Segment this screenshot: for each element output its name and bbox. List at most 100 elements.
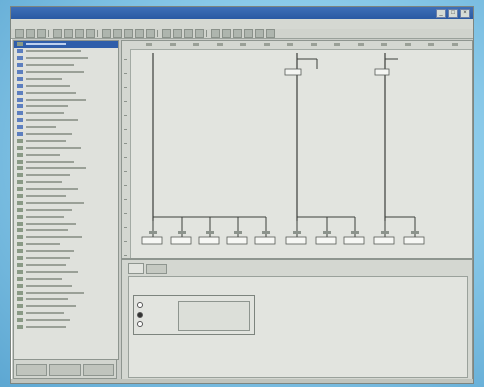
window-controls: _ □ × [436, 9, 470, 18]
tree-item[interactable] [14, 227, 118, 234]
toolbar-button[interactable] [266, 29, 275, 38]
tree-item[interactable] [14, 220, 118, 227]
toolbar-button[interactable] [184, 29, 193, 38]
feeder-component[interactable] [254, 236, 276, 245]
toolbar-button[interactable] [135, 29, 144, 38]
feeder-component[interactable] [285, 236, 307, 245]
properties-tab-1[interactable] [128, 263, 145, 274]
maximize-button[interactable]: □ [448, 9, 458, 18]
feeder-component[interactable] [198, 236, 220, 245]
tree-item[interactable] [14, 248, 118, 255]
tree-item[interactable] [14, 268, 118, 275]
tree-item[interactable] [14, 41, 118, 48]
toolbar-button[interactable] [173, 29, 182, 38]
feeder-component[interactable] [141, 236, 163, 245]
toolbar-button[interactable] [211, 29, 220, 38]
tree-item[interactable] [14, 213, 118, 220]
feeder-component[interactable] [315, 236, 337, 245]
sidebar-tab-2[interactable] [49, 364, 81, 376]
component-icon [17, 49, 23, 54]
feeder-component[interactable] [170, 236, 192, 245]
tree-item[interactable] [14, 186, 118, 193]
component-icon [17, 235, 23, 240]
tree-item[interactable] [14, 151, 118, 158]
tree-item[interactable] [14, 303, 118, 310]
tree-item-label [26, 77, 62, 80]
component-icon [17, 324, 23, 329]
breaker-icon [149, 231, 157, 234]
tree-item[interactable] [14, 317, 118, 324]
tree-item[interactable] [14, 96, 118, 103]
sidebar-tab-3[interactable] [82, 364, 114, 376]
option-radio-1[interactable] [137, 302, 143, 308]
tree-item[interactable] [14, 69, 118, 76]
tree-item[interactable] [14, 103, 118, 110]
component-icon [17, 256, 23, 261]
tree-item[interactable] [14, 199, 118, 206]
tree-item[interactable] [14, 89, 118, 96]
tree-item-label [26, 57, 88, 60]
tree-item[interactable] [14, 48, 118, 55]
minimize-button[interactable]: _ [436, 9, 446, 18]
feeder-component[interactable] [226, 236, 248, 245]
option-radio-2[interactable] [137, 312, 143, 318]
toolbar-button[interactable] [255, 29, 264, 38]
tree-item[interactable] [14, 82, 118, 89]
toolbar-button[interactable] [222, 29, 231, 38]
tree-item[interactable] [14, 296, 118, 303]
tree-item[interactable] [14, 117, 118, 124]
tree-item[interactable] [14, 179, 118, 186]
toolbar-button[interactable] [37, 29, 46, 38]
toolbar-button[interactable] [146, 29, 155, 38]
tree-item[interactable] [14, 75, 118, 82]
tree-item[interactable] [14, 131, 118, 138]
tree-item[interactable] [14, 262, 118, 269]
feeder-component[interactable] [373, 236, 395, 245]
tree-item[interactable] [14, 124, 118, 131]
tree-item[interactable] [14, 165, 118, 172]
tree-item[interactable] [14, 324, 118, 331]
toolbar-button[interactable] [15, 29, 24, 38]
toolbar-button[interactable] [162, 29, 171, 38]
tree-item[interactable] [14, 158, 118, 165]
toolbar-button[interactable] [233, 29, 242, 38]
toolbar-button[interactable] [86, 29, 95, 38]
tree-item[interactable] [14, 234, 118, 241]
tree-item[interactable] [14, 144, 118, 151]
tree-item[interactable] [14, 55, 118, 62]
component-icon [17, 97, 23, 102]
feeder-component[interactable] [403, 236, 425, 245]
diagram-canvas[interactable] [121, 40, 473, 259]
tree-item[interactable] [14, 172, 118, 179]
toolbar-button[interactable] [124, 29, 133, 38]
feeder-component[interactable] [343, 236, 365, 245]
tree-item[interactable] [14, 206, 118, 213]
toolbar-button[interactable] [244, 29, 253, 38]
properties-tab-2[interactable] [146, 264, 167, 274]
option-radio-3[interactable] [137, 321, 143, 327]
top-component[interactable] [374, 68, 390, 76]
component-icon [17, 283, 23, 288]
tree-item[interactable] [14, 282, 118, 289]
sidebar-tab-1[interactable] [16, 364, 48, 376]
toolbar-button[interactable] [102, 29, 111, 38]
tree-item[interactable] [14, 275, 118, 282]
tree-item[interactable] [14, 310, 118, 317]
toolbar-button[interactable] [64, 29, 73, 38]
tree-item-label [26, 298, 68, 301]
tree-item[interactable] [14, 193, 118, 200]
toolbar-button[interactable] [53, 29, 62, 38]
tree-item[interactable] [14, 289, 118, 296]
tree-item[interactable] [14, 62, 118, 69]
toolbar-button[interactable] [75, 29, 84, 38]
top-component[interactable] [284, 68, 302, 76]
toolbar-button[interactable] [26, 29, 35, 38]
tree-item[interactable] [14, 241, 118, 248]
tree-item[interactable] [14, 110, 118, 117]
toolbar-button[interactable] [195, 29, 204, 38]
tree-item[interactable] [14, 137, 118, 144]
tree-item[interactable] [14, 255, 118, 262]
tree-item-label [26, 188, 78, 191]
toolbar-button[interactable] [113, 29, 122, 38]
close-button[interactable]: × [460, 9, 470, 18]
